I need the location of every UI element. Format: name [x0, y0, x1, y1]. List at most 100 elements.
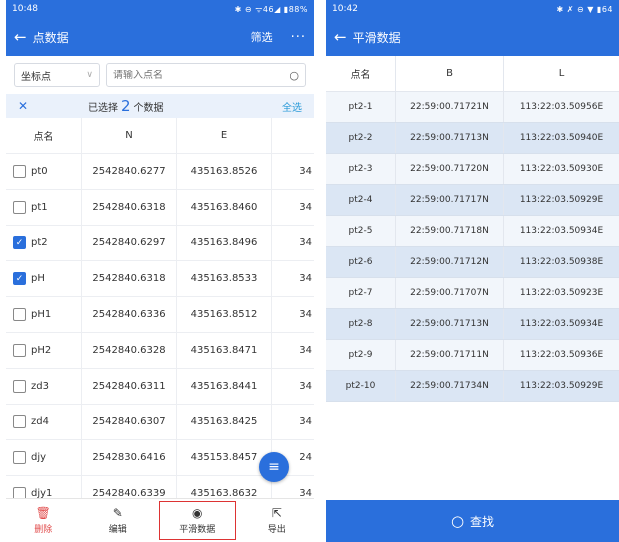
e-value: 435163.8460 [177, 189, 272, 225]
checkbox[interactable] [13, 164, 26, 178]
table-row[interactable]: pt2-10 22:59:00.71734N 113:22:03.50929E [326, 371, 619, 402]
extra-value: 34 [299, 201, 312, 213]
table-row[interactable]: pt2-2 22:59:00.71713N 113:22:03.50940E [326, 123, 619, 154]
n-value: 2542840.6318 [82, 189, 177, 225]
checkbox[interactable] [13, 415, 26, 429]
eye-icon: ◉ [192, 506, 203, 520]
selection-prefix: 已选择 [88, 103, 118, 114]
page-title: 平滑数据 [352, 30, 401, 45]
checkbox[interactable] [13, 451, 26, 465]
selection-bar: ✕ 已选择 2 个数据 全选 [6, 94, 314, 118]
floating-menu-button[interactable]: ≡ [259, 452, 289, 482]
column-header-e[interactable]: E [177, 118, 272, 153]
e-value: 435163.8425 [177, 404, 272, 440]
back-arrow-icon[interactable]: ← [334, 28, 347, 46]
point-name: pH1 [31, 309, 52, 321]
l-value: 113:22:03.50934E [519, 226, 604, 236]
selection-suffix: 个数据 [133, 103, 164, 114]
l-value: 113:22:03.50923E [519, 288, 604, 298]
table-row[interactable]: pt2-5 22:59:00.71718N 113:22:03.50934E [326, 216, 619, 247]
n-value: 2542840.6297 [82, 225, 177, 261]
table-row[interactable]: pt2-9 22:59:00.71711N 113:22:03.50936E [326, 340, 619, 371]
n-value: 2542840.6277 [82, 154, 177, 189]
table-row[interactable]: pt0 2542840.6277 435163.8526 34 [6, 154, 314, 190]
delete-button[interactable]: 🗑 删除 [6, 499, 81, 542]
extra-value: 34 [299, 237, 312, 249]
smooth-data-label: 平滑数据 [179, 525, 216, 535]
table-row[interactable]: pt2-8 22:59:00.71713N 113:22:03.50934E [326, 309, 619, 340]
smooth-data-screen: 10:42 ✱ ✗ ⊖ ▼ ▮64 ← 平滑数据 点名 B L pt2-1 22:… [326, 0, 619, 542]
smooth-table-body: pt2-1 22:59:00.71721N 113:22:03.50956E pt2-… [326, 92, 619, 402]
search-input[interactable] [113, 69, 233, 81]
point-name-cell: zd4 [6, 404, 82, 440]
table-row[interactable]: zd4 2542840.6307 435163.8425 34 [6, 404, 314, 441]
edit-button[interactable]: ✎ 编辑 [81, 499, 156, 542]
selection-count: 2 [121, 97, 131, 115]
table-row[interactable]: pH1 2542840.6336 435163.8512 34 [6, 297, 314, 333]
table-row[interactable]: pt2-1 22:59:00.71721N 113:22:03.50956E [326, 92, 619, 123]
search-row: 坐标点 ∨ ○ [6, 56, 314, 94]
select-all-button[interactable]: 全选 [282, 99, 302, 114]
point-name: pt2-9 [326, 340, 396, 370]
point-type-select[interactable]: 坐标点 ∨ [14, 63, 100, 87]
table-row[interactable]: pt2-3 22:59:00.71720N 113:22:03.50930E [326, 154, 619, 185]
table-row[interactable]: pt2-4 22:59:00.71717N 113:22:03.50929E [326, 185, 619, 216]
column-header-b[interactable]: B [396, 56, 504, 91]
selection-message: 已选择 2 个数据 [88, 97, 282, 115]
checkbox[interactable] [13, 200, 26, 214]
point-name-cell: djy [6, 440, 82, 476]
column-header-n[interactable]: N [82, 118, 177, 153]
point-name: pt2-8 [326, 309, 396, 339]
search-box[interactable]: ○ [106, 63, 306, 87]
table-row[interactable]: zd3 2542840.6311 435163.8441 34 [6, 368, 314, 405]
filter-button[interactable]: 筛选 [251, 29, 273, 45]
point-name: pt2-3 [326, 154, 396, 184]
column-header-l[interactable]: L [504, 56, 619, 91]
column-header-name[interactable]: 点名 [6, 118, 82, 153]
e-value: 435163.8496 [177, 225, 272, 261]
checkbox[interactable]: ✓ [13, 272, 26, 286]
checkbox[interactable] [13, 379, 26, 393]
table-row[interactable]: pt2-7 22:59:00.71707N 113:22:03.50923E [326, 278, 619, 309]
n-value: 2542840.6318 [82, 261, 177, 297]
n-value: 2542840.6307 [82, 404, 177, 440]
more-menu-icon[interactable]: ··· [291, 30, 306, 45]
point-name-cell: pH1 [6, 297, 82, 332]
checkbox[interactable]: ✓ [13, 236, 26, 250]
table-row[interactable]: pt2-6 22:59:00.71712N 113:22:03.50938E [326, 247, 619, 278]
export-button[interactable]: ⇱ 导出 [240, 499, 315, 542]
status-icons: ✱ ⊖ ᯤ46◢ ▮88% [234, 4, 308, 14]
checkbox[interactable] [13, 343, 26, 357]
point-name-cell: pt0 [6, 154, 82, 189]
page-title: 点数据 [32, 30, 69, 45]
checkbox[interactable] [13, 308, 26, 322]
l-value: 113:22:03.50929E [519, 381, 604, 391]
b-value: 22:59:00.71712N [396, 247, 504, 277]
e-value: 435153.8457 [177, 440, 272, 476]
l-value: 113:22:03.50938E [519, 257, 604, 267]
status-icons: ✱ ✗ ⊖ ▼ ▮64 [556, 4, 613, 14]
point-name: pt2-10 [326, 371, 396, 401]
column-header-name[interactable]: 点名 [326, 56, 396, 91]
find-button[interactable]: ○ 查找 [326, 500, 619, 542]
chevron-down-icon: ∨ [86, 70, 93, 80]
bottom-toolbar: 🗑 删除 ✎ 编辑 ◉ 平滑数据 ⇱ 导出 [6, 498, 314, 542]
clear-selection-icon[interactable]: ✕ [18, 99, 88, 113]
status-time: 10:42 [332, 4, 358, 14]
table-header: 点名 N E [6, 118, 314, 154]
app-bar: ← 平滑数据 [326, 18, 619, 56]
point-data-screen: 10:48 ✱ ⊖ ᯤ46◢ ▮88% ← 点数据 筛选 ··· 坐标点 ∨ ○… [6, 0, 314, 542]
table-row[interactable]: ✓ pt2 2542840.6297 435163.8496 34 [6, 225, 314, 262]
back-arrow-icon[interactable]: ← [14, 28, 27, 46]
table-row[interactable]: pt1 2542840.6318 435163.8460 34 [6, 189, 314, 226]
table-row[interactable]: pH2 2542840.6328 435163.8471 34 [6, 332, 314, 369]
status-bar: 10:42 ✱ ✗ ⊖ ▼ ▮64 [326, 0, 619, 18]
edit-icon: ✎ [112, 506, 123, 520]
app-bar: ← 点数据 筛选 ··· [6, 18, 314, 56]
delete-label: 删除 [34, 525, 53, 535]
table-row[interactable]: ✓ pH 2542840.6318 435163.8533 34 [6, 261, 314, 298]
search-icon[interactable]: ○ [289, 69, 299, 82]
n-value: 2542830.6416 [82, 440, 177, 476]
smooth-data-button[interactable]: ◉ 平滑数据 [159, 501, 236, 540]
b-value: 22:59:00.71734N [396, 371, 504, 401]
